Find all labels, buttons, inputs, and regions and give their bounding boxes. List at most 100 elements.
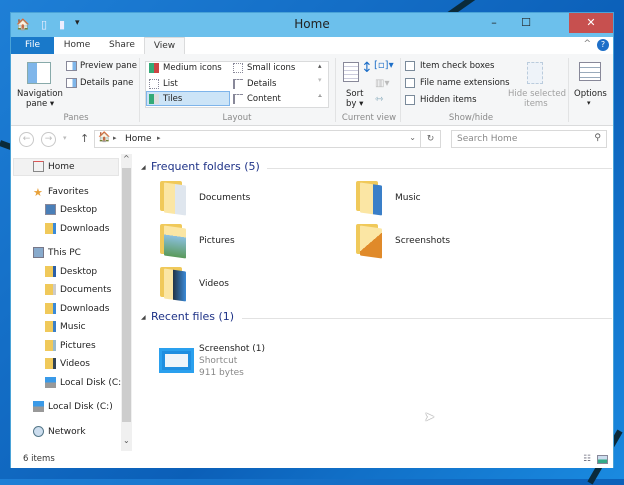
sort-by-icon[interactable] xyxy=(343,62,359,82)
folder-name: Screenshots xyxy=(395,236,451,246)
layout-tiles[interactable]: Tiles xyxy=(163,94,182,104)
pictures-folder-icon xyxy=(160,224,188,259)
forward-button[interactable]: → xyxy=(41,132,56,147)
scroll-up-icon[interactable]: ^ xyxy=(123,154,130,163)
file-name-extensions-label[interactable]: File name extensions xyxy=(420,78,510,88)
hidden-items-checkbox[interactable] xyxy=(405,95,415,105)
music-folder-icon xyxy=(45,321,56,332)
main-area: Home ★ Favorites Desktop Downloads This P… xyxy=(11,154,613,451)
title-bar[interactable]: 🏠 ▯ ▮ ▾ Home – ☐ ✕ xyxy=(11,13,613,37)
layout-list[interactable]: List xyxy=(163,79,178,89)
details-pane-button[interactable]: Details pane xyxy=(80,78,133,88)
hide-selected-items-button-line2: items xyxy=(524,99,548,109)
tab-home[interactable]: Home xyxy=(54,37,100,54)
options-button[interactable]: Options xyxy=(574,89,607,99)
nav-home[interactable]: Home xyxy=(33,159,75,176)
nav-pc-desktop[interactable]: Desktop xyxy=(45,264,97,281)
search-input[interactable]: Search Home ⚲ xyxy=(451,130,607,148)
gallery-scroll-up-icon[interactable]: ▴ xyxy=(318,62,322,70)
search-icon[interactable]: ⚲ xyxy=(594,133,601,143)
drive-icon xyxy=(33,401,44,412)
nav-local-disk[interactable]: Local Disk (C:) xyxy=(33,399,113,416)
nav-pc-local-disk[interactable]: Local Disk (C:) xyxy=(45,375,125,392)
navigation-pane-button[interactable]: Navigation xyxy=(17,89,63,99)
chevron-right-icon[interactable]: ▸ xyxy=(157,134,161,142)
nav-label: Documents xyxy=(60,285,112,295)
layout-medium-icons[interactable]: Medium icons xyxy=(163,63,222,73)
recent-files-heading[interactable]: Recent files (1) xyxy=(151,310,234,323)
back-button[interactable]: ← xyxy=(19,132,34,147)
details-view-icon[interactable]: ☷ xyxy=(583,451,591,468)
videos-folder-icon xyxy=(45,358,56,369)
sort-by-dropdown[interactable]: by ▾ xyxy=(346,99,363,109)
minimize-button[interactable]: – xyxy=(479,13,509,33)
chevron-right-icon[interactable]: ▸ xyxy=(113,134,117,142)
item-check-boxes-label[interactable]: Item check boxes xyxy=(420,61,494,71)
nav-pc-videos[interactable]: Videos xyxy=(45,356,90,373)
options-dropdown-icon[interactable]: ▾ xyxy=(587,99,591,107)
nav-label: Network xyxy=(48,427,86,437)
address-bar[interactable]: 🏠 ▸ Home ▸ ⌄ ↻ xyxy=(94,130,441,148)
scrollbar-thumb[interactable] xyxy=(122,168,131,422)
group-by-icon[interactable]: [▫]▾ xyxy=(374,60,394,71)
close-button[interactable]: ✕ xyxy=(569,13,613,33)
help-icon[interactable]: ? xyxy=(597,39,609,51)
navigation-pane-icon[interactable] xyxy=(27,62,51,84)
nav-favorites-label: Favorites xyxy=(48,187,89,197)
address-dropdown-icon[interactable]: ⌄ xyxy=(409,133,416,142)
home-icon xyxy=(33,161,44,172)
nav-pc-documents[interactable]: Documents xyxy=(45,282,111,299)
music-folder-icon xyxy=(356,181,384,216)
network-icon xyxy=(33,426,44,437)
collapse-frequent-icon[interactable]: ◢ xyxy=(141,164,146,171)
breadcrumb-home[interactable]: Home xyxy=(125,134,152,144)
file-size: 911 bytes xyxy=(199,368,244,378)
hidden-items-label[interactable]: Hidden items xyxy=(420,95,477,105)
preview-pane-button[interactable]: Preview pane xyxy=(80,61,137,71)
nav-label: Videos xyxy=(60,359,90,369)
collapse-ribbon-icon[interactable]: ^ xyxy=(583,39,591,49)
up-button[interactable]: ↑ xyxy=(80,132,89,145)
refresh-icon[interactable]: ↻ xyxy=(420,131,440,147)
file-name-extensions-checkbox[interactable] xyxy=(405,78,415,88)
nav-network[interactable]: Network xyxy=(33,424,86,441)
nav-label: Music xyxy=(60,322,86,332)
details-pane-icon xyxy=(66,78,77,88)
tiles-icon xyxy=(149,94,159,104)
details-icon xyxy=(233,79,243,89)
navigation-pane-dropdown[interactable]: pane ▾ xyxy=(26,99,54,109)
nav-this-pc-label: This PC xyxy=(48,248,81,258)
tab-file[interactable]: File xyxy=(11,37,54,54)
layout-content[interactable]: Content xyxy=(247,94,281,104)
maximize-button[interactable]: ☐ xyxy=(511,13,541,33)
documents-folder-icon xyxy=(45,284,56,295)
sort-by-button[interactable]: Sort xyxy=(346,89,363,99)
nav-favorites[interactable]: ★ Favorites xyxy=(33,184,89,201)
gallery-scroll-down-icon[interactable]: ▾ xyxy=(318,76,322,84)
downloads-folder-icon xyxy=(45,303,56,314)
scroll-down-icon[interactable]: ⌄ xyxy=(123,436,130,445)
collapse-recent-icon[interactable]: ◢ xyxy=(141,314,146,321)
nav-this-pc[interactable]: This PC xyxy=(33,245,81,262)
layout-details[interactable]: Details xyxy=(247,79,276,89)
nav-favorites-desktop[interactable]: Desktop xyxy=(45,202,97,219)
nav-pc-pictures[interactable]: Pictures xyxy=(45,338,96,355)
options-icon[interactable] xyxy=(579,62,601,81)
pictures-folder-icon xyxy=(45,340,56,351)
nav-pc-downloads[interactable]: Downloads xyxy=(45,301,109,318)
nav-pc-music[interactable]: Music xyxy=(45,319,86,336)
size-columns-icon[interactable]: ⇿ xyxy=(375,94,383,105)
recent-locations-icon[interactable]: ▾ xyxy=(63,134,67,142)
nav-scrollbar[interactable]: ^ ⌄ xyxy=(121,154,132,451)
tab-view[interactable]: View xyxy=(144,37,185,54)
large-icons-view-icon[interactable] xyxy=(597,455,608,464)
nav-label: Downloads xyxy=(60,224,110,234)
item-check-boxes-checkbox[interactable] xyxy=(405,61,415,71)
tab-share[interactable]: Share xyxy=(100,37,144,54)
layout-group-label: Layout xyxy=(222,113,252,123)
nav-favorites-downloads[interactable]: Downloads xyxy=(45,221,109,238)
frequent-folders-heading[interactable]: Frequent folders (5) xyxy=(151,160,260,173)
gallery-expand-icon[interactable]: ⩡ xyxy=(318,92,322,101)
layout-small-icons[interactable]: Small icons xyxy=(247,63,295,73)
folder-name: Pictures xyxy=(199,236,235,246)
